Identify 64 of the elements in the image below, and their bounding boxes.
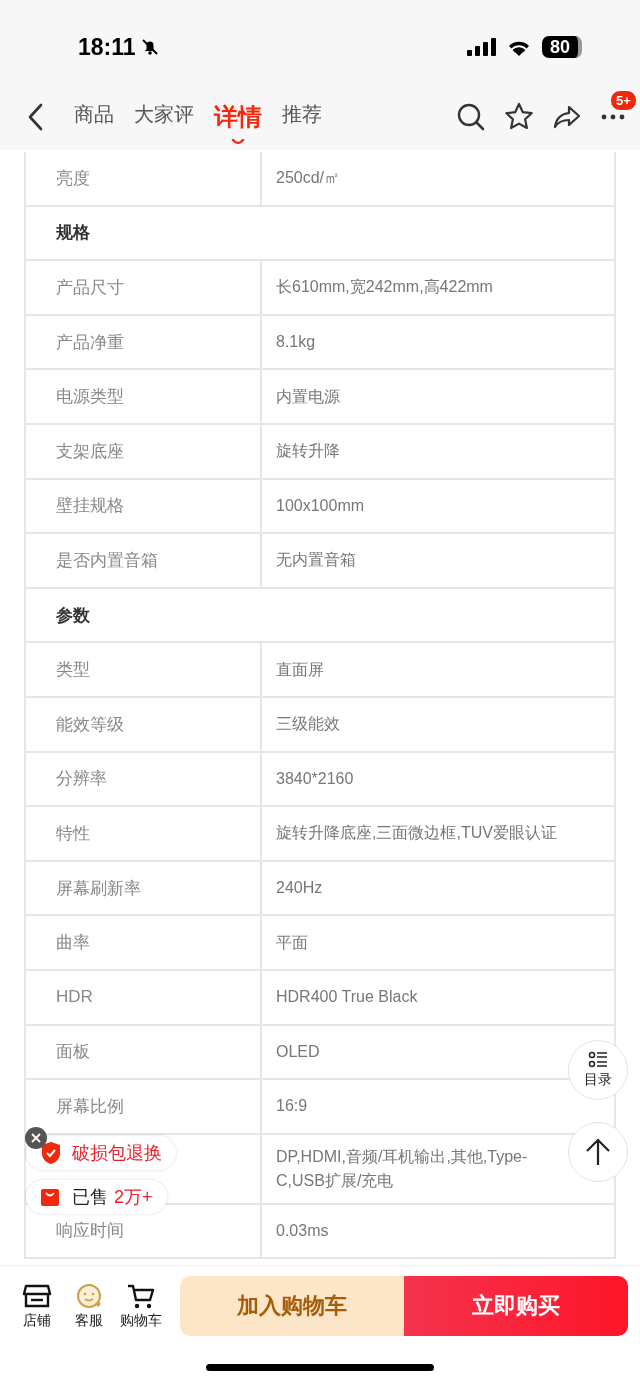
spec-value: 内置电源 (276, 386, 340, 407)
nav-tab[interactable]: 大家评 (134, 97, 194, 137)
buy-now-button[interactable]: 立即购买 (404, 1275, 628, 1336)
bottom-nav-item[interactable]: 客服 (68, 1281, 110, 1330)
spec-label: 壁挂规格 (56, 495, 124, 518)
signal-icon (466, 37, 498, 57)
spec-label: 响应时间 (56, 1220, 124, 1243)
customer-service-icon (74, 1281, 104, 1310)
spec-value: 240Hz (276, 878, 323, 898)
section-heading: 规格 (56, 222, 90, 245)
spec-value: 250cd/㎡ (276, 168, 341, 189)
star-icon[interactable] (504, 102, 534, 132)
catalog-button[interactable]: 目录 (568, 1040, 628, 1100)
bottom-nav-item[interactable]: 店铺 (16, 1281, 58, 1330)
spec-value: 100x100mm (276, 495, 365, 516)
spec-label: 是否内置音箱 (56, 549, 158, 572)
list-icon (588, 1051, 608, 1069)
guarantee-text: 破损包退换 (72, 1142, 162, 1165)
guarantee-badge[interactable]: 破损包退换 (26, 1136, 176, 1170)
nav-tab[interactable]: 推荐 (282, 97, 322, 137)
spec-value: 16:9 (276, 1096, 308, 1117)
spec-value: 三级能效 (276, 714, 340, 735)
spec-label: 支架底座 (56, 440, 124, 463)
section-heading: 参数 (56, 604, 90, 627)
spec-label: 产品尺寸 (56, 277, 124, 299)
spec-label: 分辨率 (56, 768, 107, 791)
spec-label: 屏幕刷新率 (56, 877, 141, 900)
spec-value: DP,HDMI,音频/耳机输出,其他,Type-C,USB扩展/充电 (276, 1146, 529, 1191)
sales-text: 已售 (72, 1186, 108, 1209)
shield-check-icon (40, 1141, 62, 1165)
spec-label: HDR (56, 987, 93, 1008)
spec-value: 旋转升降 (276, 441, 340, 462)
spec-value: 8.1kg (276, 332, 316, 353)
spec-value: 长610mm,宽242mm,高422mm (276, 277, 493, 298)
spec-label: 屏幕比例 (56, 1095, 124, 1118)
spec-value: 旋转升降底座,三面微边框,TUV爱眼认证 (276, 823, 557, 844)
tab-indicator-icon (231, 139, 245, 145)
spec-value: 3840*2160 (276, 768, 354, 789)
search-icon[interactable] (456, 102, 486, 132)
spec-label: 亮度 (56, 167, 90, 190)
spec-value: 无内置音箱 (276, 550, 356, 571)
spec-label: 产品净重 (56, 331, 124, 354)
bottom-nav-item[interactable]: 购物车 (120, 1281, 162, 1330)
spec-value: 直面屏 (276, 659, 324, 680)
nav-tab[interactable]: 商品 (74, 97, 114, 137)
clock-time: 18:11 (78, 33, 136, 61)
spec-value: 0.03ms (276, 1221, 329, 1241)
close-icon[interactable] (25, 1127, 47, 1149)
spec-label: 曲率 (56, 932, 90, 955)
spec-value: HDR400 True Black (276, 987, 418, 1008)
add-to-cart-button[interactable]: 加入购物车 (180, 1275, 404, 1336)
nav-tab[interactable]: 详情 (214, 97, 262, 137)
spec-value: 平面 (276, 932, 308, 953)
more-icon[interactable] (600, 113, 626, 121)
sales-count: 2万+ (114, 1186, 153, 1209)
shopping-bag-icon (40, 1187, 60, 1207)
spec-label: 面板 (56, 1041, 90, 1064)
spec-label: 特性 (56, 822, 90, 845)
spec-label: 电源类型 (56, 386, 124, 409)
spec-label: 类型 (56, 659, 90, 682)
spec-value: OLED (276, 1041, 320, 1062)
spec-label: 能效等级 (56, 713, 124, 736)
count-badge: 5+ (610, 90, 637, 111)
battery-icon: 80 (542, 36, 582, 58)
